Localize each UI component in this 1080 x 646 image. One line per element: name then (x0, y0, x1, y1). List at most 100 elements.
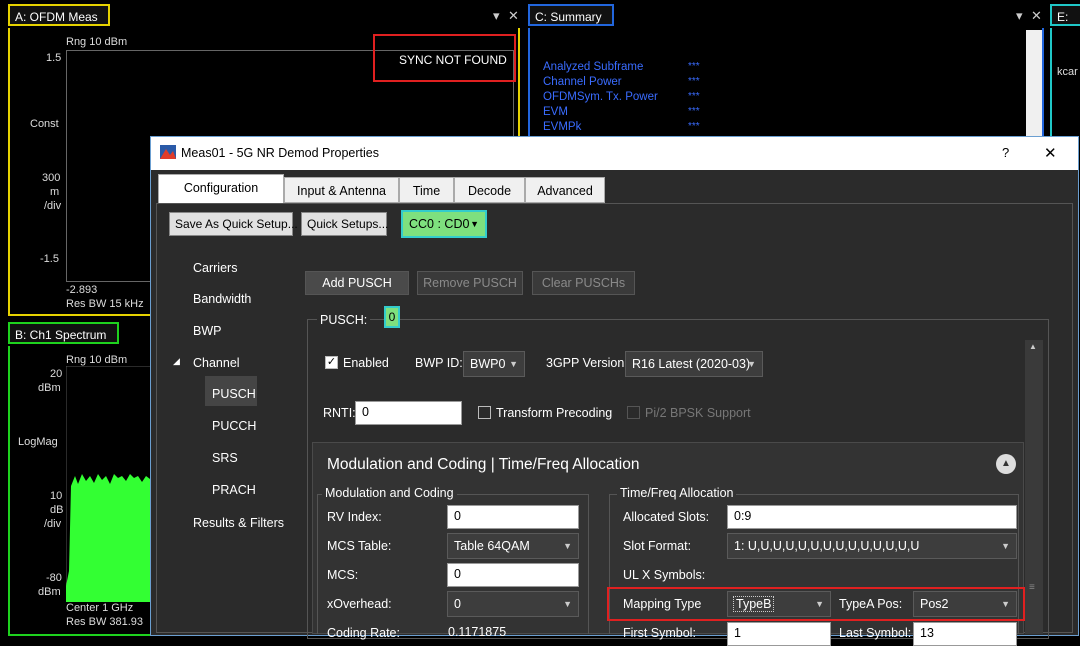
tab-advanced[interactable]: Advanced (525, 177, 605, 203)
summary-value: *** (688, 121, 700, 132)
rv-index-label: RV Index: (327, 510, 382, 524)
pane-b-y-div2: dB (50, 504, 64, 516)
pane-e-title[interactable]: E: OF (1050, 4, 1080, 26)
nav-pucch[interactable]: PUCCH (212, 419, 256, 433)
dialog-close-button[interactable]: ✕ (1044, 144, 1057, 162)
chevron-down-icon[interactable]: ▾ (1016, 8, 1023, 24)
pane-a-y-div3: /div (44, 200, 62, 212)
pane-c (528, 28, 1044, 148)
pane-b-scale: Rng 10 dBm (66, 354, 128, 366)
pane-e-text: kcar (1057, 66, 1078, 78)
chevron-down-icon: ▼ (1001, 541, 1010, 551)
gpp-version-dropdown[interactable]: R16 Latest (2020-03) ▼ (625, 351, 763, 377)
mcs-label: MCS: (327, 568, 359, 582)
mcs-table-label: MCS Table: (327, 539, 392, 553)
mcs-input[interactable]: 0 (447, 563, 579, 587)
chevron-down-icon: ▼ (563, 541, 572, 551)
enabled-checkbox[interactable]: ✓ (325, 356, 338, 369)
pane-b-y-bottom1: -80 (46, 572, 62, 584)
chevron-down-icon: ▼ (509, 359, 518, 369)
summary-scrollbar[interactable] (1026, 30, 1042, 136)
nav-pusch[interactable]: PUSCH (212, 387, 256, 401)
enabled-label: Enabled (343, 356, 389, 370)
pane-b-title[interactable]: B: Ch1 Spectrum (8, 322, 119, 344)
mcs-table-value: Table 64QAM (454, 539, 530, 553)
chevron-down-icon[interactable]: ▾ (493, 8, 500, 24)
summary-value: *** (688, 61, 700, 72)
tab-time[interactable]: Time (399, 177, 454, 203)
pane-b-y-top2: dBm (38, 382, 61, 394)
xoverhead-label: xOverhead: (327, 597, 392, 611)
pusch-label: PUSCH: (317, 313, 371, 327)
pane-b-center: Center 1 GHz (66, 602, 134, 614)
summary-label: Analyzed Subframe (543, 61, 644, 73)
tab-configuration[interactable]: Configuration (158, 174, 284, 204)
nav-prach[interactable]: PRACH (212, 483, 256, 497)
close-icon[interactable]: ✕ (508, 8, 519, 24)
cc-select-value: CC0 : CD0 (409, 217, 470, 231)
cc-select-dropdown[interactable]: CC0 : CD0 ▼ (401, 210, 487, 238)
pane-a-y-label: Const (30, 118, 59, 130)
pi2-bpsk-label: Pi/2 BPSK Support (645, 406, 751, 420)
chevron-down-icon: ▼ (747, 359, 756, 369)
mcs-table-dropdown[interactable]: Table 64QAM ▼ (447, 533, 579, 559)
pane-a-x-start: -2.893 (66, 284, 98, 296)
nav-srs[interactable]: SRS (212, 451, 238, 465)
xoverhead-dropdown[interactable]: 0 ▼ (447, 591, 579, 617)
nav-bandwidth[interactable]: Bandwidth (193, 292, 251, 306)
section-title[interactable]: Modulation and Coding | Time/Freq Alloca… (327, 456, 639, 474)
slot-format-value: 1: U,U,U,U,U,U,U,U,U,U,U,U,U,U (734, 539, 920, 553)
properties-dialog: Meas01 - 5G NR Demod Properties ? ✕ Conf… (150, 136, 1079, 646)
pi2-bpsk-checkbox (627, 406, 640, 419)
pane-e (1050, 28, 1080, 148)
app-logo-icon (160, 145, 176, 159)
gpp-version-value: R16 Latest (2020-03) (632, 357, 751, 371)
chevron-down-icon: ▼ (563, 599, 572, 609)
expand-arrow-icon[interactable]: ◢ (173, 356, 180, 367)
sync-status-text: SYNC NOT FOUND (399, 53, 507, 67)
first-symbol-input[interactable]: 1 (727, 622, 831, 646)
pane-c-title[interactable]: C: Summary (528, 4, 614, 26)
pane-b-y-top1: 20 (50, 368, 63, 380)
pane-b-res-bw: Res BW 381.93 (66, 616, 144, 628)
last-symbol-input[interactable]: 13 (913, 622, 1017, 646)
gpp-version-label: 3GPP Version: (546, 356, 628, 370)
transform-precoding-checkbox[interactable] (478, 406, 491, 419)
mapping-type-highlight (607, 587, 1025, 621)
rnti-input[interactable]: 0 (355, 401, 462, 425)
coding-rate-label: Coding Rate: (327, 626, 400, 640)
remove-pusch-button[interactable]: Remove PUSCH (417, 271, 523, 295)
save-quick-setup-button[interactable]: Save As Quick Setup... (169, 212, 298, 236)
nav-bwp[interactable]: BWP (193, 324, 221, 338)
quick-setups-button[interactable]: Quick Setups... (301, 212, 388, 236)
summary-label: EVM (543, 106, 568, 118)
transform-precoding-label: Transform Precoding (496, 406, 613, 420)
dialog-titlebar[interactable]: Meas01 - 5G NR Demod Properties ? ✕ (151, 137, 1078, 170)
tab-input-antenna[interactable]: Input & Antenna (284, 177, 399, 203)
pane-a-y-div1: 300 (42, 172, 61, 184)
scroll-up-icon[interactable]: ▲ (1029, 342, 1037, 351)
pane-b-y-label: LogMag (18, 436, 58, 448)
tab-decode[interactable]: Decode (454, 177, 525, 203)
slot-format-dropdown[interactable]: 1: U,U,U,U,U,U,U,U,U,U,U,U,U,U ▼ (727, 533, 1017, 559)
allocated-slots-input[interactable]: 0:9 (727, 505, 1017, 529)
clear-puschs-button[interactable]: Clear PUSCHs (532, 271, 635, 295)
bwp-id-dropdown[interactable]: BWP0 ▼ (463, 351, 525, 377)
nav-channel[interactable]: Channel (193, 356, 240, 370)
time-freq-title: Time/Freq Allocation (617, 486, 737, 500)
collapse-chevron-icon[interactable]: ▲ (996, 454, 1016, 474)
summary-value: *** (688, 91, 700, 102)
pane-b-y-div3: /div (44, 518, 62, 530)
bwp-id-value: BWP0 (470, 357, 506, 371)
pane-a-title[interactable]: A: OFDM Meas (8, 4, 110, 26)
add-pusch-button[interactable]: Add PUSCH (305, 271, 409, 295)
rv-index-input[interactable]: 0 (447, 505, 579, 529)
allocated-slots-label: Allocated Slots: (623, 510, 710, 524)
nav-carriers[interactable]: Carriers (193, 261, 237, 275)
close-icon[interactable]: ✕ (1031, 8, 1042, 24)
nav-results-filters[interactable]: Results & Filters (193, 516, 284, 530)
help-button[interactable]: ? (1002, 145, 1009, 160)
pusch-index-badge[interactable]: 0 (384, 306, 400, 328)
mod-coding-title: Modulation and Coding (322, 486, 457, 500)
spectrum-trace (66, 366, 152, 602)
